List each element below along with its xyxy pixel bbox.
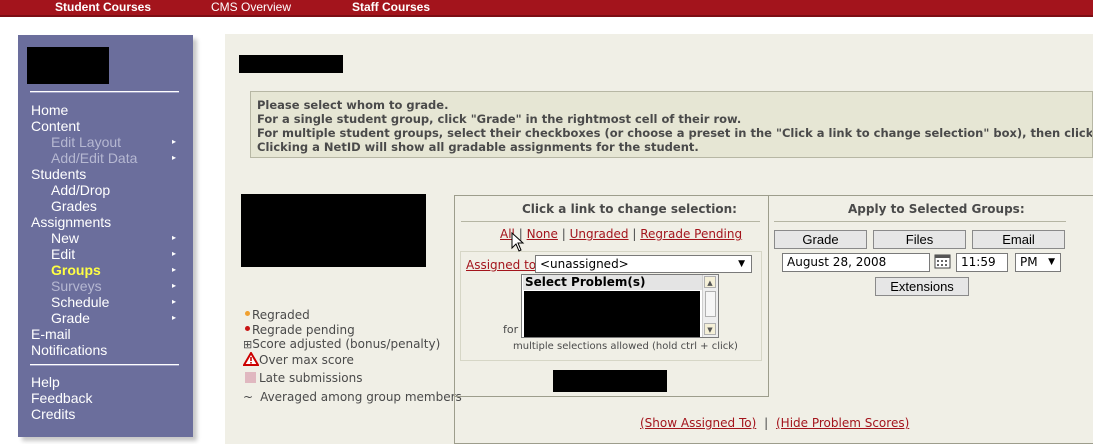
course-logo-redacted [27, 47, 109, 84]
sidebar-divider [30, 91, 179, 93]
files-button[interactable]: Files [873, 230, 966, 249]
submenu-arrow-icon: ▸ [172, 297, 177, 306]
red-dot-icon [245, 326, 250, 331]
submenu-arrow-icon: ▸ [172, 249, 177, 258]
select-ungraded-link[interactable]: Ungraded [570, 227, 629, 241]
submenu-arrow-icon: ▸ [172, 281, 177, 290]
submenu-arrow-icon: ▸ [172, 313, 177, 322]
submenu-arrow-icon: ▸ [172, 153, 177, 162]
apply-header: Apply to Selected Groups: [848, 202, 1025, 216]
ampm-select[interactable]: PM ▼ [1015, 253, 1061, 272]
sidebar-item-students[interactable]: Students [31, 166, 86, 182]
selection-panel: Click a link to change selection: All | … [455, 196, 769, 397]
nav-student-courses[interactable]: Student Courses [55, 0, 151, 15]
sidebar-item-schedule[interactable]: Schedule [51, 294, 109, 310]
hide-problem-scores-link[interactable]: (Hide Problem Scores) [776, 416, 909, 430]
sidebar-item-feedback[interactable]: Feedback [31, 390, 92, 406]
tilde-icon: ~ [243, 390, 254, 404]
instruction-line: Clicking a NetID will show all gradable … [257, 140, 699, 154]
sidebar-item-credits[interactable]: Credits [31, 406, 75, 422]
redacted-button [553, 370, 667, 392]
sidebar-item-e-mail[interactable]: E-mail [31, 326, 71, 342]
legend-regrade-pending: Regrade pending [245, 323, 355, 337]
grade-button[interactable]: Grade [774, 230, 867, 249]
sidebar: Home Content Edit Layout ▸ Add/Edit Data ▸ Stu… [18, 35, 193, 437]
footer-links: (Show Assigned To) | (Hide Problem Score… [640, 416, 910, 430]
instructions-box: Please select whom to grade. For a singl… [250, 91, 1093, 158]
instruction-line: Please select whom to grade. [257, 98, 449, 112]
sidebar-item-surveys[interactable]: Surveys [51, 278, 102, 294]
extensions-button[interactable]: Extensions [875, 277, 969, 296]
plus-box-icon: ⊞ [243, 338, 253, 351]
select-none-link[interactable]: None [527, 227, 558, 241]
legend-late: Late submissions [245, 371, 362, 385]
page-title-redacted [239, 55, 343, 73]
submenu-arrow-icon: ▸ [172, 233, 177, 242]
dropdown-arrow-icon: ▼ [738, 259, 745, 269]
sidebar-item-grade[interactable]: Grade [51, 310, 90, 326]
mouse-pointer-icon [511, 232, 525, 252]
scroll-thumb[interactable] [705, 291, 716, 317]
sidebar-item-content[interactable]: Content [31, 118, 80, 134]
problems-listbox[interactable]: Select Problem(s) ▲ ▼ [521, 274, 719, 338]
show-assigned-to-link[interactable]: (Show Assigned To) [640, 416, 756, 430]
main-content: Please select whom to grade. For a singl… [225, 34, 1093, 444]
dropdown-arrow-icon: ▼ [1048, 257, 1055, 267]
select-regrade-pending-link[interactable]: Regrade Pending [640, 227, 742, 241]
sidebar-item-grades[interactable]: Grades [51, 198, 97, 214]
divider [461, 221, 760, 222]
sidebar-item-home[interactable]: Home [31, 102, 68, 118]
sidebar-item-groups[interactable]: Groups [51, 262, 101, 278]
sidebar-divider [30, 364, 179, 366]
assigned-to-select[interactable]: <unassigned> ▼ [535, 255, 752, 273]
instruction-line: For multiple student groups, select thei… [257, 126, 1093, 140]
pink-square-icon [245, 372, 256, 383]
legend-over-max: Over max score [242, 351, 354, 367]
sidebar-item-help[interactable]: Help [31, 374, 60, 390]
top-nav-bar: Student Courses CMS Overview Staff Cours… [0, 0, 1093, 17]
problems-list-redacted [524, 291, 700, 337]
calendar-icon[interactable] [934, 253, 952, 270]
grading-controls-panel: Click a link to change selection: All | … [454, 195, 1093, 444]
sidebar-item-add-drop[interactable]: Add/Drop [51, 182, 110, 198]
sidebar-item-edit-layout[interactable]: Edit Layout [51, 134, 121, 150]
orange-dot-icon [245, 311, 250, 316]
sidebar-item-add-edit-data[interactable]: Add/Edit Data [51, 150, 137, 166]
sidebar-item-edit[interactable]: Edit [51, 246, 75, 262]
legend-regraded: Regraded [245, 308, 310, 322]
instruction-line: For a single student group, click "Grade… [257, 112, 742, 126]
assignment-info-redacted [241, 194, 426, 267]
listbox-scrollbar[interactable]: ▲ ▼ [702, 275, 718, 337]
extension-time-input[interactable]: 11:59 [956, 253, 1008, 272]
assign-problems-box: Assigned to <unassigned> ▼ Select Proble… [460, 251, 762, 361]
selection-header: Click a link to change selection: [522, 202, 737, 216]
scroll-down-icon[interactable]: ▼ [704, 323, 716, 335]
multi-select-hint: multiple selections allowed (hold ctrl +… [513, 341, 738, 352]
scroll-up-icon[interactable]: ▲ [704, 276, 716, 288]
legend-score-adjusted: ⊞Score adjusted (bonus/penalty) [243, 337, 441, 351]
sidebar-item-assignments[interactable]: Assignments [31, 214, 111, 230]
listbox-header: Select Problem(s) [523, 275, 703, 290]
nav-cms-overview[interactable]: CMS Overview [211, 0, 291, 15]
for-label: for [503, 323, 519, 336]
divider [774, 221, 1066, 222]
warning-triangle-icon [242, 351, 260, 366]
submenu-arrow-icon: ▸ [172, 265, 177, 274]
sidebar-item-new[interactable]: New [51, 230, 79, 246]
legend-averaged: ~ Averaged among group members [243, 390, 462, 404]
extension-date-input[interactable]: August 28, 2008 [782, 253, 930, 272]
sidebar-item-notifications[interactable]: Notifications [31, 342, 107, 358]
selection-links: All | None | Ungraded | Regrade Pending [500, 227, 743, 241]
nav-staff-courses[interactable]: Staff Courses [352, 0, 430, 15]
assigned-to-link[interactable]: Assigned to [466, 258, 536, 272]
submenu-arrow-icon: ▸ [172, 137, 177, 146]
email-button[interactable]: Email [972, 230, 1065, 249]
